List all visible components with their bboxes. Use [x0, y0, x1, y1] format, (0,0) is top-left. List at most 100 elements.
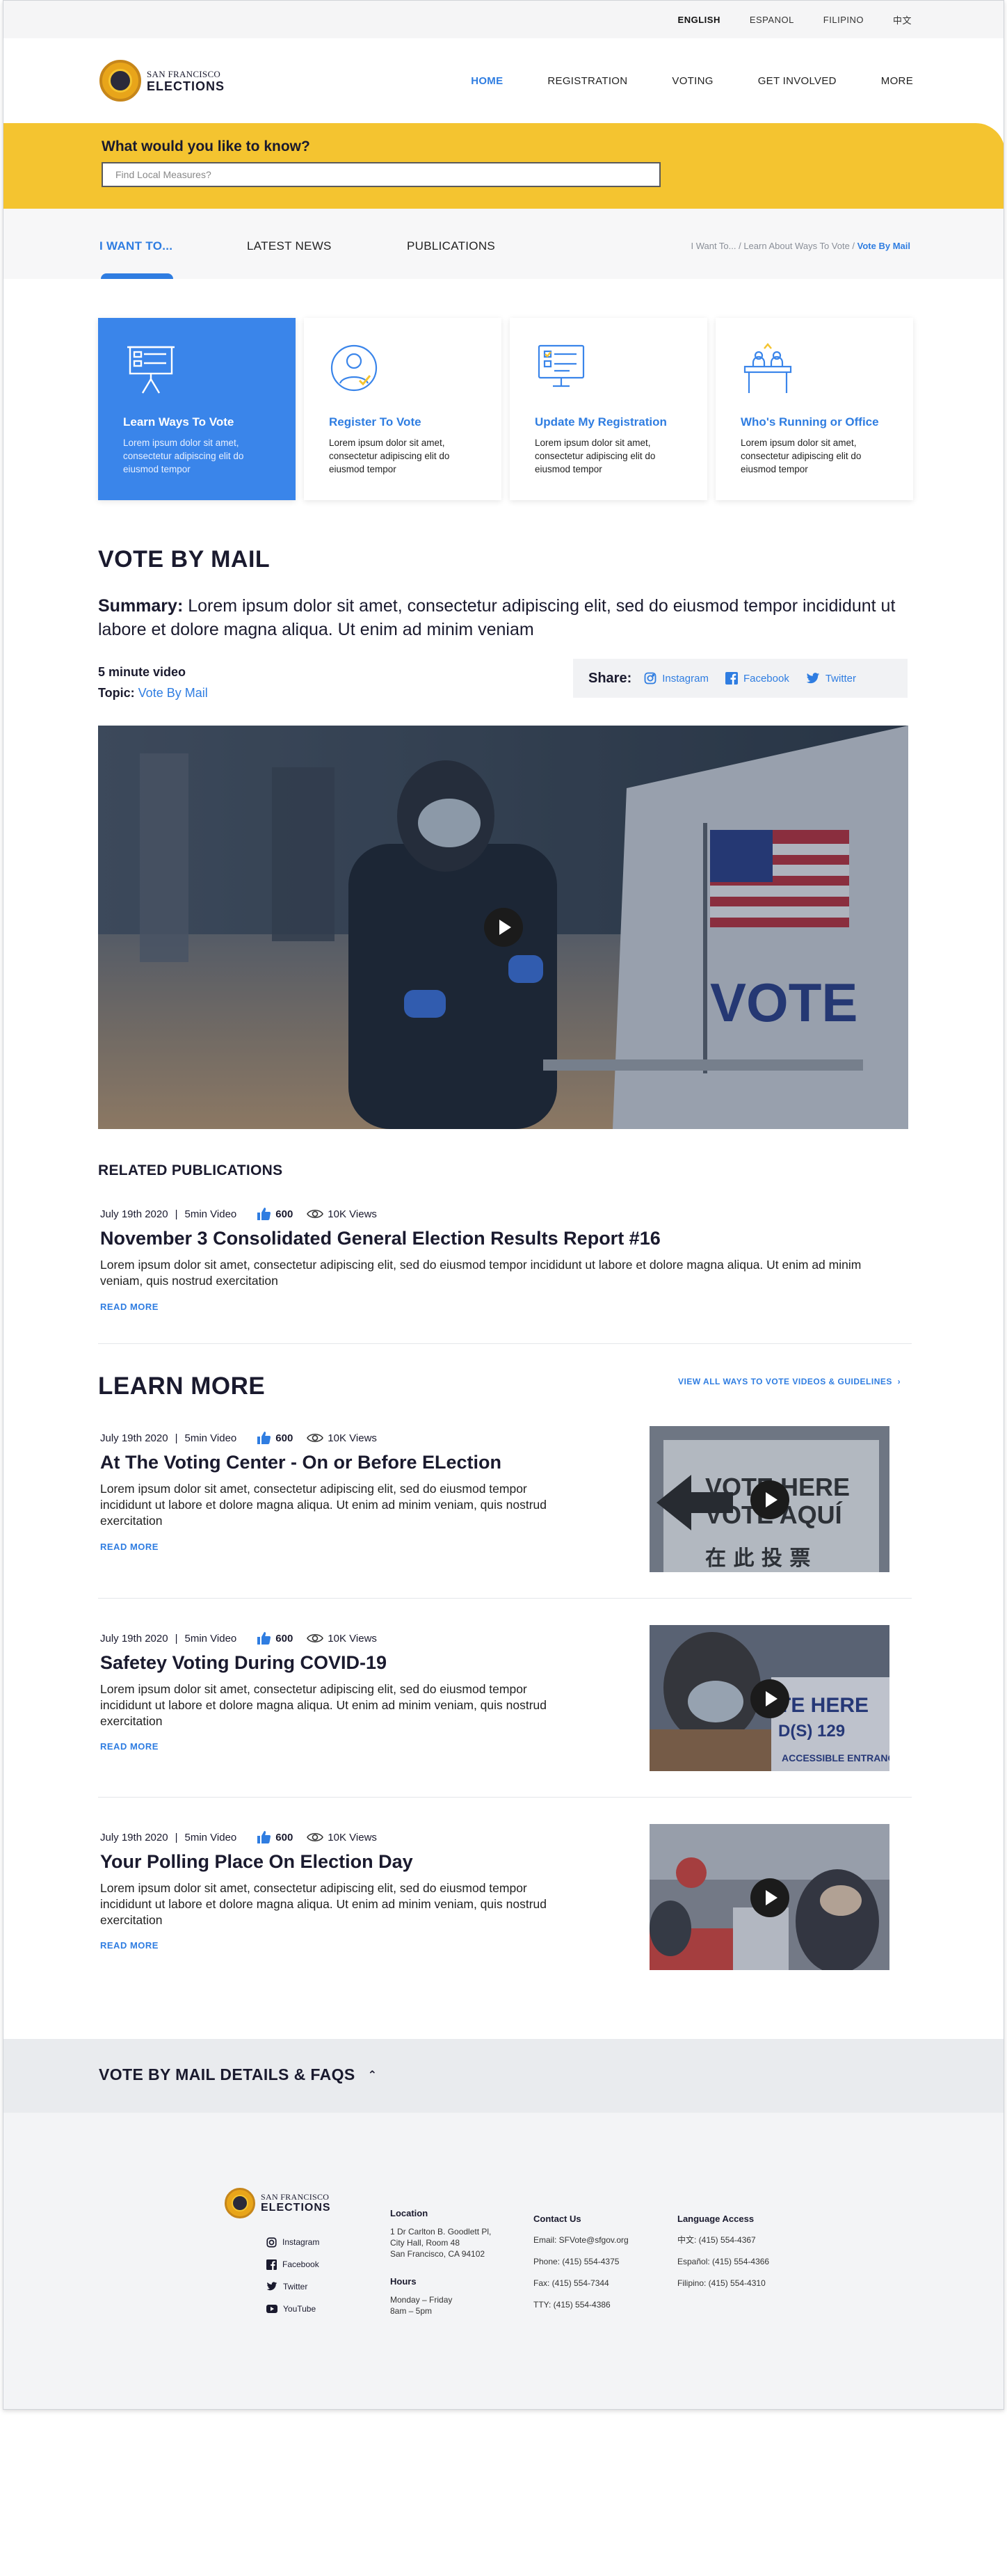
page-title: VOTE BY MAIL [98, 546, 271, 573]
learn-item-2-title[interactable]: Safetey Voting During COVID-19 [100, 1652, 387, 1674]
card-title: Update My Registration [535, 415, 667, 429]
share-instagram[interactable]: Instagram [644, 672, 709, 685]
footer-logo[interactable]: SAN FRANCISCO ELECTIONS [225, 2188, 331, 2218]
tab-latest-news[interactable]: LATEST NEWS [247, 239, 332, 253]
share-facebook-label: Facebook [743, 672, 789, 685]
share-twitter-label: Twitter [825, 672, 857, 685]
breadcrumb: I Want To... / Learn About Ways To Vote … [691, 241, 910, 251]
address-line: San Francisco, CA 94102 [390, 2249, 485, 2259]
eye-icon [307, 1209, 324, 1219]
card-title: Register To Vote [329, 415, 421, 429]
footer-twitter[interactable]: Twitter [266, 2275, 319, 2298]
tab-publications[interactable]: PUBLICATIONS [407, 239, 495, 253]
learn-item-2-video[interactable]: TE HERE D(S) 129 ACCESSIBLE ENTRANCE [650, 1625, 889, 1771]
lang-phone-filipino[interactable]: Filipino: (415) 554-4310 [677, 2273, 769, 2294]
contact-email[interactable]: Email: SFVote@sfgov.org [533, 2230, 629, 2251]
site-header: SAN FRANCISCO ELECTIONS HOME REGISTRATIO… [3, 38, 1004, 123]
learn-item-2-desc: Lorem ipsum dolor sit amet, consectetur … [100, 1682, 547, 1728]
footer-youtube[interactable]: YouTube [266, 2298, 319, 2320]
card-title: Learn Ways To Vote [123, 415, 234, 429]
view-all-link[interactable]: VIEW ALL WAYS TO VOTE VIDEOS & GUIDELINE… [678, 1377, 901, 1386]
item-views: 10K Views [328, 1831, 377, 1843]
learn-item-3-info: July 19th 2020 | 5min Video 600 10K Views [100, 1831, 377, 1843]
card-register[interactable]: Register To Vote Lorem ipsum dolor sit a… [304, 318, 501, 500]
learn-item-3-video[interactable] [650, 1824, 889, 1970]
play-button[interactable] [484, 908, 523, 947]
site-logo[interactable]: SAN FRANCISCO ELECTIONS [99, 60, 225, 102]
location-heading: Location [390, 2208, 428, 2218]
thumbs-up-icon [257, 1831, 271, 1843]
footer-facebook-label: Facebook [282, 2259, 319, 2269]
footer-logo-line1: SAN FRANCISCO [261, 2192, 330, 2202]
contact-fax: Fax: (415) 554-7344 [533, 2278, 609, 2288]
lang-chinese[interactable]: 中文 [893, 13, 912, 26]
faqs-label: VOTE BY MAIL DETAILS & FAQS [99, 2065, 355, 2083]
active-tab-indicator [101, 273, 173, 279]
topic-link[interactable]: Vote By Mail [138, 686, 208, 700]
related-heading: RELATED PUBLICATIONS [98, 1162, 283, 1178]
item-likes: 600 [275, 1208, 293, 1220]
nav-registration[interactable]: REGISTRATION [547, 75, 627, 87]
learn-item-3-title[interactable]: Your Polling Place On Election Day [100, 1851, 413, 1873]
topic-label: Topic: [98, 686, 135, 700]
card-text: Lorem ipsum dolor sit amet, consectetur … [123, 438, 244, 474]
nav-voting[interactable]: VOTING [672, 75, 713, 87]
search-heading: What would you like to know? [102, 138, 310, 154]
eye-icon [307, 1633, 324, 1643]
learn-item-1-read-more[interactable]: READ MORE [100, 1542, 159, 1552]
nav-get-involved[interactable]: GET INVOLVED [758, 75, 837, 87]
play-button[interactable] [750, 1679, 789, 1718]
card-whos-running[interactable]: Who's Running or Office Lorem ipsum dolo… [716, 318, 913, 500]
play-button[interactable] [750, 1878, 789, 1917]
facebook-icon [725, 672, 738, 685]
learn-item-1-info: July 19th 2020 | 5min Video 600 10K Views [100, 1432, 377, 1444]
nav-home[interactable]: HOME [471, 75, 503, 87]
learn-item-2-read-more[interactable]: READ MORE [100, 1741, 159, 1752]
divider [98, 1797, 912, 1798]
language-bar: ENGLISH ESPANOL FILIPINO 中文 [3, 1, 1004, 38]
share-facebook[interactable]: Facebook [725, 672, 789, 685]
learn-item-1-video[interactable]: VOTE HERE VOTE AQUÍ 在 此 投 票 [650, 1426, 889, 1572]
related-read-more[interactable]: READ MORE [100, 1302, 159, 1312]
related-title[interactable]: November 3 Consolidated General Election… [100, 1228, 661, 1249]
summary: Summary: Lorem ipsum dolor sit amet, con… [98, 594, 912, 641]
card-learn-ways[interactable]: Learn Ways To Vote Lorem ipsum dolor sit… [98, 318, 296, 500]
footer-instagram[interactable]: Instagram [266, 2231, 319, 2253]
footer: SAN FRANCISCO ELECTIONS Instagram Facebo… [3, 2113, 1004, 2409]
podium-icon [741, 340, 888, 396]
footer-social: Instagram Facebook Twitter YouTube [266, 2231, 319, 2320]
item-date: July 19th 2020 [100, 1432, 168, 1444]
hours-line: Monday – Friday [390, 2295, 453, 2305]
lang-filipino[interactable]: FILIPINO [823, 15, 864, 25]
share-twitter[interactable]: Twitter [806, 673, 856, 685]
hours-heading: Hours [390, 2276, 417, 2287]
lang-espanol[interactable]: ESPANOL [750, 15, 794, 25]
footer-youtube-label: YouTube [283, 2304, 316, 2314]
thumbs-up-icon [257, 1208, 271, 1220]
breadcrumb-path[interactable]: I Want To... / Learn About Ways To Vote … [691, 241, 857, 251]
lang-phone-spanish[interactable]: Español: (415) 554-4366 [677, 2251, 769, 2273]
twitter-icon [806, 672, 819, 683]
card-text: Lorem ipsum dolor sit amet, consectetur … [535, 438, 656, 474]
tab-i-want-to[interactable]: I WANT TO... [99, 239, 172, 253]
user-check-icon [329, 340, 476, 396]
lang-phone-chinese[interactable]: 中文: (415) 554-4367 [677, 2230, 769, 2251]
play-button[interactable] [750, 1480, 789, 1519]
instagram-icon [644, 672, 656, 685]
footer-location: Location 1 Dr Carlton B. Goodlett Pl, Ci… [390, 2208, 515, 2317]
main-video[interactable]: VOTE [98, 726, 908, 1129]
footer-facebook[interactable]: Facebook [266, 2253, 319, 2275]
lang-english[interactable]: ENGLISH [678, 15, 720, 25]
monitor-checklist-icon [535, 340, 682, 396]
learn-item-1-title[interactable]: At The Voting Center - On or Before ELec… [100, 1452, 501, 1473]
contact-phone[interactable]: Phone: (415) 554-4375 [533, 2251, 629, 2273]
faqs-toggle[interactable]: VOTE BY MAIL DETAILS & FAQS ⌃ [3, 2039, 1004, 2113]
contact-tty[interactable]: TTY: (415) 554-4386 [533, 2294, 629, 2316]
card-update-registration[interactable]: Update My Registration Lorem ipsum dolor… [510, 318, 707, 500]
nav-more[interactable]: MORE [881, 75, 913, 87]
learn-item-3-read-more[interactable]: READ MORE [100, 1940, 159, 1951]
search-input[interactable]: Find Local Measures? [102, 162, 661, 187]
item-length: 5min Video [184, 1208, 237, 1220]
view-all-label: VIEW ALL WAYS TO VOTE VIDEOS & GUIDELINE… [678, 1377, 892, 1386]
item-likes: 600 [275, 1432, 293, 1444]
